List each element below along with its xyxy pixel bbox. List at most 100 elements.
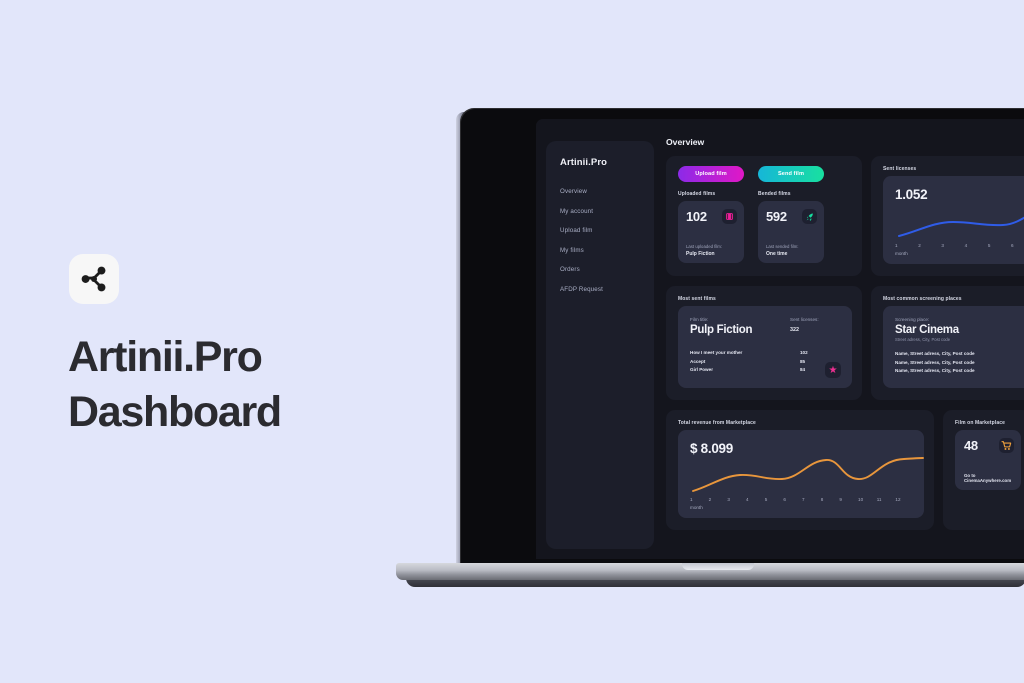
tick: 2 bbox=[708, 497, 712, 502]
laptop-lid: Artinii.Pro Overview My account Upload f… bbox=[460, 108, 1024, 570]
actions-and-stats-panel: Upload film Send film Uploaded films 102 bbox=[666, 156, 862, 276]
film-value: 102 bbox=[800, 350, 808, 355]
screening-places-rows: Name, Street adress, City, Post code 102… bbox=[895, 351, 1024, 373]
revenue-caption: Total revenue from Marketplace bbox=[678, 420, 756, 426]
brand-title-line1: Artinii.Pro bbox=[68, 333, 263, 381]
film-name: Accept bbox=[690, 358, 706, 364]
star-icon: ★ bbox=[825, 362, 841, 378]
tick: 6 bbox=[1011, 243, 1014, 248]
tick: 9 bbox=[839, 497, 842, 502]
brand-title-line2: Dashboard bbox=[68, 388, 282, 437]
screening-places-caption: Most common screening places bbox=[883, 296, 962, 302]
app-logo: Artinii.Pro bbox=[560, 157, 608, 168]
shopping-cart-icon bbox=[999, 438, 1014, 453]
most-sent-films-header: Film title: Pulp Fiction Sent licenses: … bbox=[690, 317, 840, 336]
tick: 12 bbox=[895, 497, 901, 502]
send-film-button[interactable]: Send film bbox=[758, 166, 824, 182]
sent-licenses-line-chart bbox=[898, 216, 1024, 237]
table-row: Name, Street adress, City, Post code 84 bbox=[895, 368, 1024, 373]
table-row: Accept 85 bbox=[690, 359, 840, 364]
marketplace-panel: Film on Marketplace 48 Go to CinemaAnywh… bbox=[943, 410, 1024, 530]
uploaded-films-card[interactable]: 102 Last uploaded film: Pulp Fiction bbox=[678, 201, 744, 263]
laptop-mockup: Artinii.Pro Overview My account Upload f… bbox=[396, 108, 1024, 588]
place-name: Name, Street adress, City, Post code bbox=[895, 351, 975, 356]
bottom-section: Total revenue from Marketplace $ 8.099 1… bbox=[666, 410, 1024, 530]
tick: 4 bbox=[746, 497, 749, 502]
revenue-panel: Total revenue from Marketplace $ 8.099 1… bbox=[666, 410, 934, 530]
sidebar-item-my-films[interactable]: My films bbox=[560, 247, 654, 254]
sidebar-item-my-account[interactable]: My account bbox=[560, 208, 654, 215]
brand-title: Artinii.Pro Dashboard bbox=[68, 330, 398, 440]
page-title: Overview bbox=[666, 137, 705, 147]
main-content: Monika Svobo Overview Upload film Send f… bbox=[654, 119, 1024, 559]
revenue-line-chart bbox=[692, 457, 924, 492]
top-place-title: Star Cinema bbox=[895, 324, 959, 336]
tick: 4 bbox=[964, 243, 968, 248]
rocket-icon bbox=[802, 209, 817, 224]
tick: 7 bbox=[802, 497, 805, 502]
table-row: Name, Street adress, City, Post code 85 bbox=[895, 360, 1024, 365]
sidebar-item-orders[interactable]: Orders bbox=[560, 266, 654, 273]
place-name: Name, Street adress, City, Post code bbox=[895, 368, 975, 374]
uploaded-films-sub-value: Pulp Fiction bbox=[686, 251, 715, 257]
marketplace-caption: Film on Marketplace bbox=[955, 420, 1005, 426]
tick: 5 bbox=[764, 497, 768, 502]
most-sent-films-panel: Most sent films Film title: Pulp Fiction bbox=[666, 286, 862, 400]
sidebar-nav: Overview My account Upload film My films… bbox=[560, 188, 654, 293]
marketplace-card[interactable]: 48 Go to CinemaAnywhere.com bbox=[955, 430, 1021, 490]
table-row: How I meet your mother 102 bbox=[690, 350, 840, 355]
film-name: Girl Power bbox=[690, 367, 713, 373]
screening-places-panel: Most common screening places Screening p… bbox=[871, 286, 1024, 400]
dashboard-app: Artinii.Pro Overview My account Upload f… bbox=[536, 119, 1024, 559]
film-title-column-label: Film title: bbox=[690, 317, 709, 322]
place-name: Name, Street adress, City, Post code bbox=[895, 359, 975, 365]
tick: 8 bbox=[820, 497, 824, 502]
tick: 6 bbox=[783, 497, 786, 502]
share-nodes-icon bbox=[81, 266, 106, 292]
tick: 1 bbox=[690, 497, 693, 502]
sent-licenses-caption: Sent licenses bbox=[883, 166, 917, 172]
middle-section: Most sent films Film title: Pulp Fiction bbox=[666, 286, 1024, 400]
screening-place-column-label: Screening place: bbox=[895, 317, 930, 322]
tick: 10 bbox=[858, 497, 864, 502]
film-name: How I meet your mother bbox=[690, 350, 743, 355]
top-film-title: Pulp Fiction bbox=[690, 324, 753, 336]
table-row: Name, Street adress, City, Post code 102 bbox=[895, 351, 1024, 356]
tick: 5 bbox=[987, 243, 991, 248]
revenue-x-axis: 1 2 3 4 5 6 7 8 9 10 11 12 bbox=[690, 497, 914, 502]
top-section: Upload film Send film Uploaded films 102 bbox=[666, 156, 1024, 276]
bended-films-sub-value: One time bbox=[766, 251, 788, 257]
bended-films-caption: Bended films bbox=[758, 191, 791, 197]
table-row: Girl Power 84 bbox=[690, 367, 840, 372]
laptop-screen: Artinii.Pro Overview My account Upload f… bbox=[536, 119, 1024, 559]
sidebar-item-upload-film[interactable]: Upload film bbox=[560, 227, 654, 234]
tick: 3 bbox=[727, 497, 730, 502]
uploaded-films-sub-label: Last uploaded film: bbox=[686, 244, 723, 249]
bended-films-sub-label: Last sended film: bbox=[766, 244, 799, 249]
tick: 3 bbox=[941, 243, 944, 248]
laptop-base-notch bbox=[682, 563, 754, 570]
sent-licenses-chart-card: 1.052 1 2 3 4 5 6 month bbox=[883, 176, 1024, 264]
top-place-address: Street adress, City, Post code bbox=[895, 337, 951, 342]
brand-logo-tile bbox=[69, 254, 119, 304]
screening-places-header: Screening place: Star Cinema Street adre… bbox=[895, 317, 1024, 342]
screening-places-card: Screening place: Star Cinema Street adre… bbox=[883, 306, 1024, 388]
sent-licenses-x-axis-label: month bbox=[895, 251, 908, 256]
marketplace-link[interactable]: Go to CinemaAnywhere.com bbox=[964, 473, 1021, 483]
top-film-value: 322 bbox=[790, 327, 799, 333]
tick: 1 bbox=[895, 243, 898, 248]
most-sent-films-rows: How I meet your mother 102 Accept 85 Gir… bbox=[690, 350, 840, 372]
tick: 2 bbox=[918, 243, 921, 248]
most-sent-films-card: Film title: Pulp Fiction Sent licenses: … bbox=[678, 306, 852, 388]
uploaded-films-caption: Uploaded films bbox=[678, 191, 716, 197]
sent-licenses-column-label: Sent licenses: bbox=[790, 317, 819, 322]
most-sent-films-caption: Most sent films bbox=[678, 296, 716, 302]
tick: 11 bbox=[876, 497, 882, 502]
sidebar-item-afdp-request[interactable]: AFDP Request bbox=[560, 286, 654, 293]
revenue-chart-card: $ 8.099 1 2 3 4 5 6 7 8 9 10 11 12 month bbox=[678, 430, 924, 518]
bended-films-card[interactable]: 592 Last sended film: One time bbox=[758, 201, 824, 263]
film-strip-icon bbox=[722, 209, 737, 224]
revenue-x-axis-label: month bbox=[690, 505, 703, 510]
upload-film-button[interactable]: Upload film bbox=[678, 166, 744, 182]
sidebar-item-overview[interactable]: Overview bbox=[560, 188, 654, 195]
